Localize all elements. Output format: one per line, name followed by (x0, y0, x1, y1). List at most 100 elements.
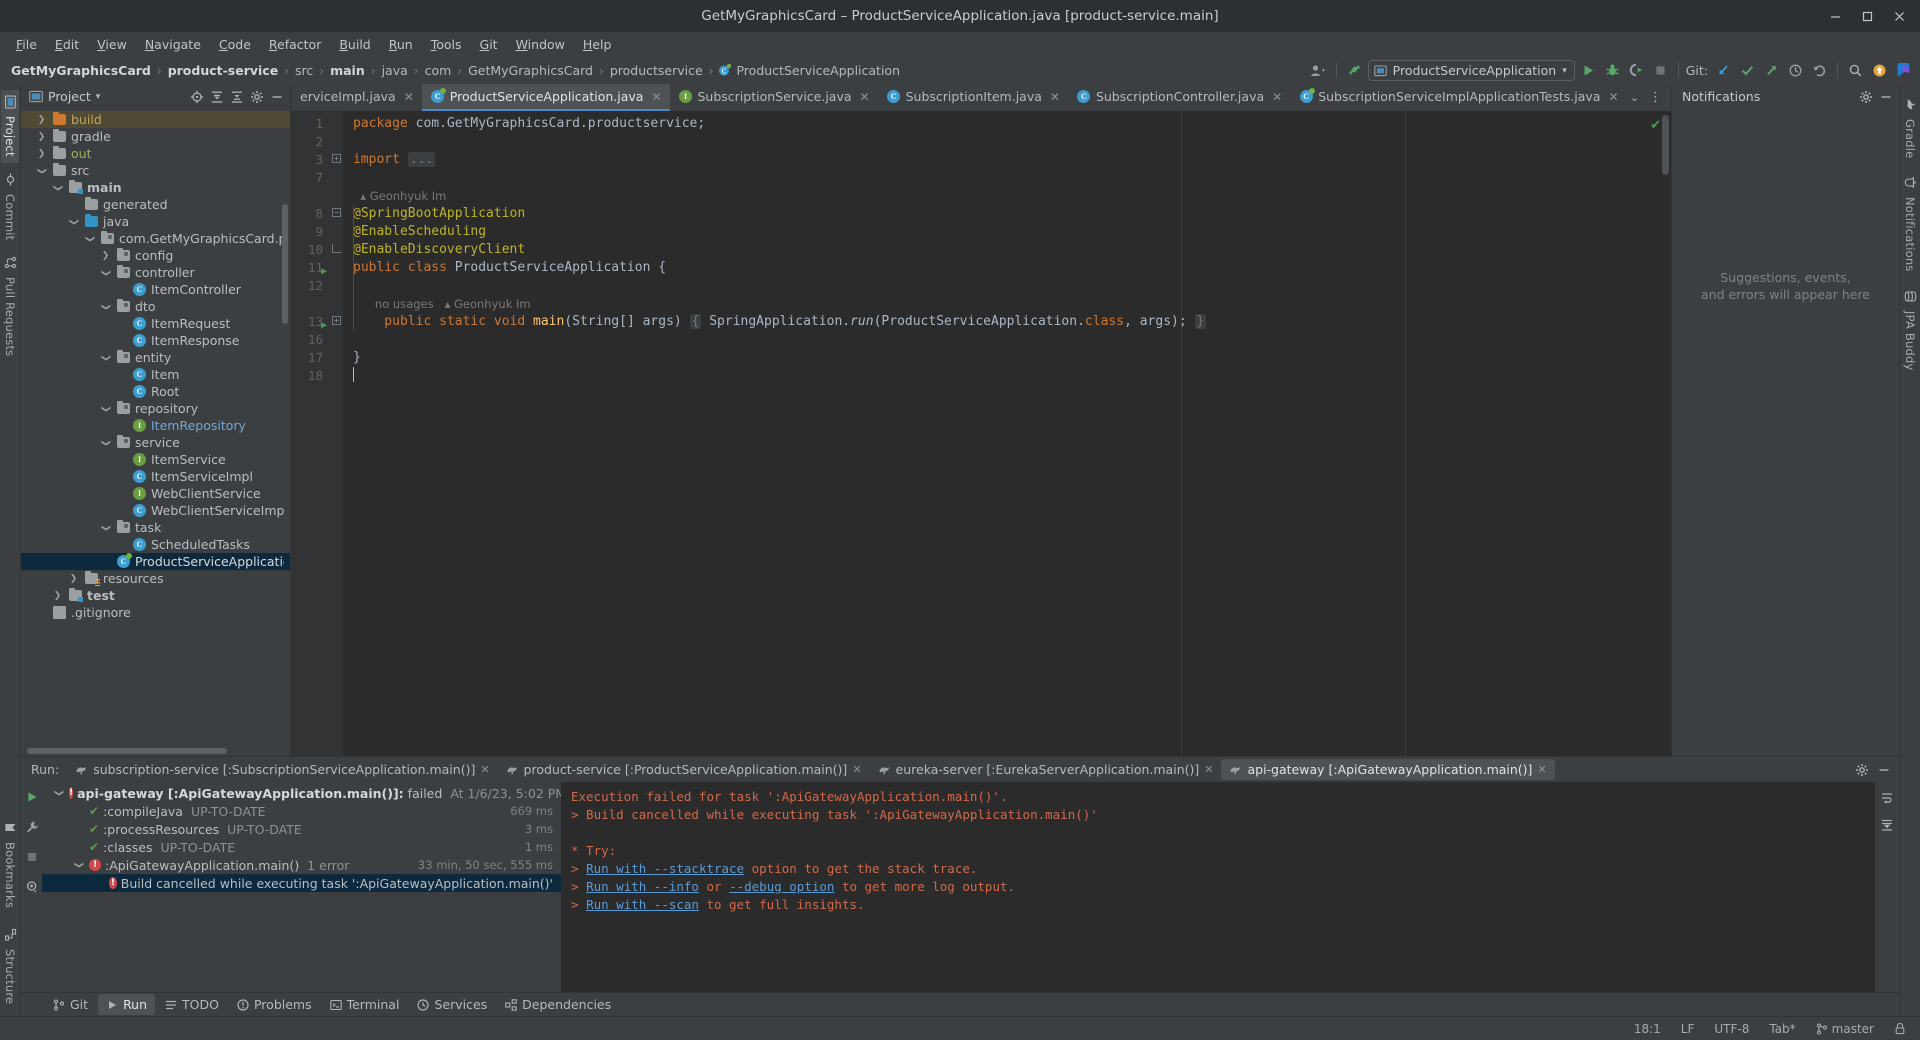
run-task-row-2[interactable]: ✔:processResources UP-TO-DATE 3 ms (42, 820, 561, 838)
menu-window[interactable]: Window (507, 34, 574, 55)
editor-tab-3[interactable]: C SubscriptionItem.java ✕ (878, 84, 1068, 111)
run-task-row-0[interactable]: ❯! api-gateway [:ApiGatewayApplication.ma… (42, 784, 562, 802)
lock-icon[interactable] (1890, 1020, 1910, 1037)
collapse-all-icon[interactable] (227, 87, 246, 106)
chevron-down-icon[interactable]: ❯ (101, 521, 111, 534)
chevron-down-icon[interactable]: ❯ (85, 232, 95, 245)
user-profile-icon[interactable] (1308, 60, 1329, 81)
rail-tab-notifications[interactable]: Notifications (1901, 170, 1919, 278)
scroll-to-end-icon[interactable] (1878, 815, 1897, 834)
run-task-tree[interactable]: ❯! api-gateway [:ApiGatewayApplication.ma… (42, 782, 561, 992)
tree-node[interactable]: ❯ com.GetMyGraphicsCard.products (21, 230, 290, 247)
close-icon[interactable]: ✕ (1272, 90, 1282, 104)
editor-gutter[interactable]: 1 2 3 +7 8−9 10 11 ▶ 12 13 ▶ +16 17 18 (291, 111, 343, 756)
history-clock-icon[interactable] (1785, 60, 1806, 81)
chevron-down-icon[interactable]: ❯ (101, 300, 111, 313)
tree-node[interactable]: ❯ dto (21, 298, 290, 315)
editor-tab-4[interactable]: C SubscriptionController.java ✕ (1068, 84, 1290, 111)
editor-tab-2[interactable]: I SubscriptionService.java ✕ (670, 84, 878, 111)
rail-tab-pull-requests[interactable]: Pull Requests (1, 250, 19, 362)
tree-node[interactable]: ❯ test (21, 587, 290, 604)
tab-list-chevron-down-icon[interactable]: ⌄ (1625, 88, 1644, 107)
close-icon[interactable]: ✕ (852, 763, 861, 776)
toolwindow-services[interactable]: Services (409, 994, 495, 1015)
tree-node[interactable]: ❯ main (21, 179, 290, 196)
settings-gear-icon[interactable] (247, 87, 266, 106)
close-icon[interactable]: ✕ (1537, 763, 1546, 776)
tree-node[interactable]: C ItemResponse (21, 332, 290, 349)
tree-node[interactable]: C ItemRequest (21, 315, 290, 332)
git-branch-indicator[interactable]: master (1812, 1020, 1878, 1038)
breadcrumb-item-2[interactable]: src (293, 62, 315, 79)
tree-node[interactable]: ❯ controller (21, 264, 290, 281)
tree-node[interactable]: C WebClientServiceImpl (21, 502, 290, 519)
menu-refactor[interactable]: Refactor (260, 34, 330, 55)
run-tab-3[interactable]: api-gateway [:ApiGatewayApplication.main… (1221, 759, 1555, 780)
chevron-down-icon[interactable]: ❯ (101, 266, 111, 279)
close-button[interactable] (1884, 3, 1914, 29)
minimize-button[interactable] (1820, 3, 1850, 29)
rail-tab-gradle[interactable]: Gradle (1901, 92, 1919, 164)
breadcrumb-item-0[interactable]: GetMyGraphicsCard (9, 62, 153, 79)
chevron-right-icon[interactable]: ❯ (51, 591, 64, 601)
close-icon[interactable]: ✕ (860, 90, 870, 104)
run-task-row-3[interactable]: ✔:classes UP-TO-DATE 1 ms (42, 838, 561, 856)
menu-help[interactable]: Help (574, 34, 621, 55)
tree-node[interactable]: ❯ build (21, 111, 290, 128)
tree-node[interactable]: C ScheduledTasks (21, 536, 290, 553)
chevron-down-icon[interactable]: ❯ (101, 436, 111, 449)
rerun-play-icon[interactable] (22, 787, 41, 806)
run-with-coverage-icon[interactable] (1626, 60, 1647, 81)
tree-node[interactable]: ❯ config (21, 247, 290, 264)
run-task-row-1[interactable]: ✔:compileJava UP-TO-DATE 669 ms (42, 802, 561, 820)
hide-panel-icon[interactable] (267, 87, 286, 106)
close-icon[interactable]: ✕ (1608, 90, 1618, 104)
run-task-row-5[interactable]: ! Build cancelled while executing task ':… (42, 874, 561, 892)
push-arrow-icon[interactable] (1761, 60, 1782, 81)
toolwindow-problems[interactable]: Problems (229, 994, 320, 1015)
chevron-right-icon[interactable]: ❯ (35, 149, 48, 159)
close-icon[interactable]: ✕ (651, 90, 661, 104)
rail-tab-project[interactable]: Project (1, 90, 19, 163)
tree-node[interactable]: I ItemRepository (21, 417, 290, 434)
tree-node[interactable]: ❯ entity (21, 349, 290, 366)
editor-tab-1[interactable]: C ProductServiceApplication.java ✕ (421, 84, 670, 111)
tree-node[interactable]: C ProductServiceApplication (21, 553, 290, 570)
stop-square-icon[interactable] (22, 847, 41, 866)
breadcrumb-item-5[interactable]: com (423, 62, 454, 79)
editor-tab-5[interactable]: C SubscriptionServiceImplApplicationTests… (1290, 84, 1619, 111)
commit-checkmark-icon[interactable] (1737, 60, 1758, 81)
close-icon[interactable]: ✕ (1050, 90, 1060, 104)
run-task-row-4[interactable]: ❯!:ApiGatewayApplication.main() 1 error 3… (42, 856, 561, 874)
run-tab-0[interactable]: subscription-service [:SubscriptionServi… (67, 759, 497, 780)
code-fold-icon[interactable]: − (332, 208, 341, 217)
chevron-right-icon[interactable]: ❯ (67, 574, 80, 584)
rail-tab-jpa-buddy[interactable]: JPA Buddy (1901, 284, 1919, 377)
toolwindow-git[interactable]: Git (45, 994, 96, 1015)
chevron-right-icon[interactable]: ❯ (35, 132, 48, 142)
run-play-icon[interactable] (1578, 60, 1599, 81)
chevron-right-icon[interactable]: ❯ (35, 115, 48, 125)
chevron-down-icon[interactable]: ❯ (54, 787, 64, 800)
file-encoding[interactable]: UTF-8 (1710, 1020, 1753, 1038)
tree-node[interactable]: generated (21, 196, 290, 213)
green-arrow-up-icon[interactable] (1344, 60, 1365, 81)
search-magnifier-icon[interactable] (1845, 60, 1866, 81)
tree-node[interactable]: ❯ java (21, 213, 290, 230)
notification-update-icon[interactable] (1869, 60, 1890, 81)
menu-view[interactable]: View (88, 34, 136, 55)
notifications-hide-icon[interactable] (1876, 87, 1895, 106)
menu-git[interactable]: Git (471, 34, 507, 55)
run-configuration-selector[interactable]: ProductServiceApplication ▾ (1367, 60, 1575, 81)
tree-node[interactable]: ❯ resources (21, 570, 290, 587)
chevron-down-icon[interactable]: ❯ (53, 181, 63, 194)
tree-node[interactable]: C Root (21, 383, 290, 400)
code-fold-icon[interactable] (332, 244, 341, 253)
tree-node[interactable]: C Item (21, 366, 290, 383)
tree-node[interactable]: .gitignore (21, 604, 290, 621)
rail-tab-bookmarks[interactable]: Bookmarks (1, 815, 19, 914)
rollback-undo-icon[interactable] (1809, 60, 1830, 81)
toolwindow-terminal[interactable]: Terminal (322, 994, 408, 1015)
menu-code[interactable]: Code (210, 34, 260, 55)
close-icon[interactable]: ✕ (480, 763, 489, 776)
